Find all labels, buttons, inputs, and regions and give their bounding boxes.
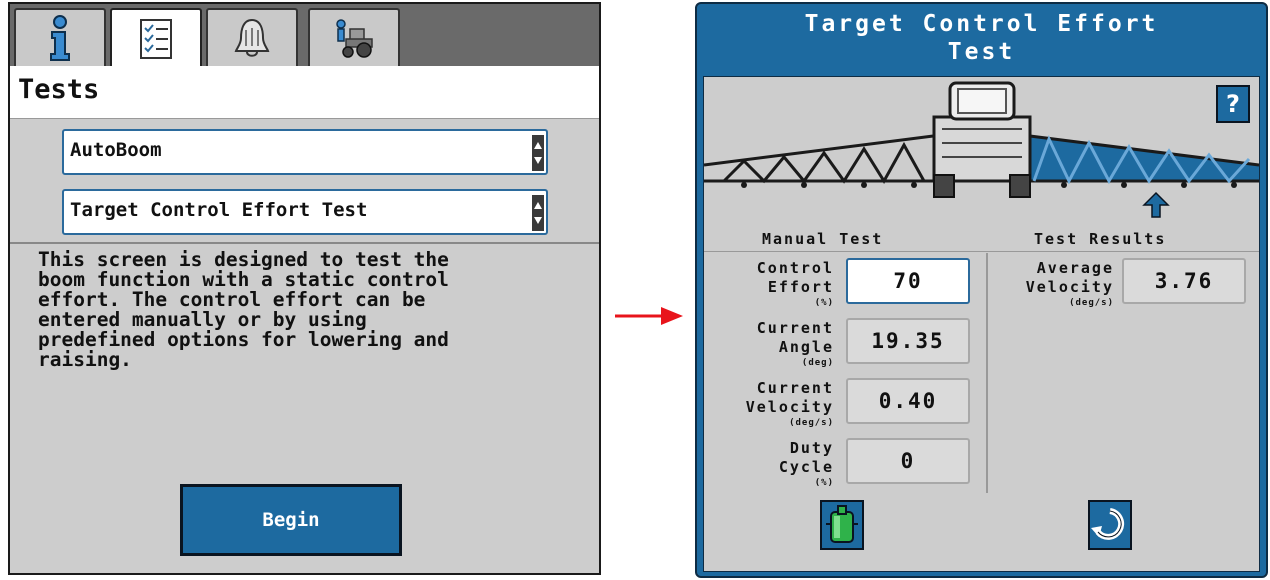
label-line: Average	[1036, 259, 1114, 277]
spinner-arrows-icon	[532, 135, 544, 171]
checklist-icon	[140, 19, 172, 59]
test-description: This screen is designed to test the boom…	[38, 248, 449, 371]
section-divider	[704, 251, 1259, 252]
screen-title: Target Control Effort Test	[697, 10, 1266, 66]
unit-label: (%)	[814, 478, 834, 488]
test-results-heading: Test Results	[1034, 230, 1167, 248]
label-line: Duty	[789, 439, 834, 457]
red-arrow-icon	[615, 307, 683, 325]
tractor-icon	[336, 19, 373, 58]
label-line: Control	[756, 259, 834, 277]
spinner-arrows-icon	[532, 195, 544, 231]
tests-screen: Tests AutoBoom Target Control Effort Tes…	[8, 2, 601, 575]
cylinder-valve-button[interactable]	[820, 500, 864, 550]
system-select[interactable]: AutoBoom	[62, 129, 548, 175]
label-line: Current	[756, 319, 834, 337]
control-effort-label: Control Effort (%)	[714, 259, 834, 309]
divider	[10, 242, 599, 244]
info-icon	[50, 15, 70, 61]
duty-cycle-value: 0	[846, 438, 970, 484]
current-angle-label: Current Angle (deg)	[714, 319, 834, 369]
tab-machine[interactable]	[308, 8, 400, 66]
label-line: Current	[756, 379, 834, 397]
average-velocity-value: 3.76	[1122, 258, 1246, 304]
page-title: Tests	[18, 74, 100, 105]
reset-button[interactable]	[1088, 500, 1132, 550]
unit-label: (deg)	[801, 358, 834, 368]
alarm-bell-icon	[234, 18, 270, 57]
target-control-effort-screen: Target Control Effort Test ? Manual Test…	[695, 2, 1268, 578]
tab-alarms[interactable]	[206, 8, 298, 66]
column-divider	[986, 253, 988, 493]
unit-label: (deg/s)	[789, 418, 834, 428]
current-velocity-value: 0.40	[846, 378, 970, 424]
screen-title-line-2: Test	[947, 39, 1016, 65]
title-bar: Tests	[10, 66, 599, 119]
label-line: Velocity	[1025, 278, 1114, 296]
test-select-value: Target Control Effort Test	[70, 199, 368, 221]
test-content-area: ? Manual Test Test Results Control Effor…	[703, 76, 1260, 572]
current-velocity-label: Current Velocity (deg/s)	[714, 379, 834, 429]
begin-button[interactable]: Begin	[180, 484, 402, 556]
test-select[interactable]: Target Control Effort Test	[62, 189, 548, 235]
label-line: Cycle	[778, 458, 834, 476]
label-line: Velocity	[745, 398, 834, 416]
arrow-head	[661, 307, 683, 325]
manual-test-heading: Manual Test	[762, 230, 884, 248]
unit-label: (%)	[814, 298, 834, 308]
label-line: Angle	[778, 338, 834, 356]
screen-title-line-1: Target Control Effort	[804, 11, 1159, 37]
tab-info[interactable]	[14, 8, 106, 66]
average-velocity-label: Average Velocity (deg/s)	[994, 259, 1114, 309]
boom-sprayer-illustration	[704, 81, 1259, 218]
reset-icon	[1091, 508, 1125, 540]
unit-label: (deg/s)	[1069, 298, 1114, 308]
tab-tests[interactable]	[110, 8, 202, 68]
control-effort-input[interactable]: 70	[846, 258, 970, 304]
system-select-value: AutoBoom	[70, 139, 162, 161]
label-line: Effort	[767, 278, 834, 296]
help-button[interactable]: ?	[1216, 85, 1250, 123]
duty-cycle-label: Duty Cycle (%)	[714, 439, 834, 489]
tab-bar	[10, 4, 599, 68]
cylinder-valve-icon	[826, 505, 858, 543]
current-angle-value: 19.35	[846, 318, 970, 364]
